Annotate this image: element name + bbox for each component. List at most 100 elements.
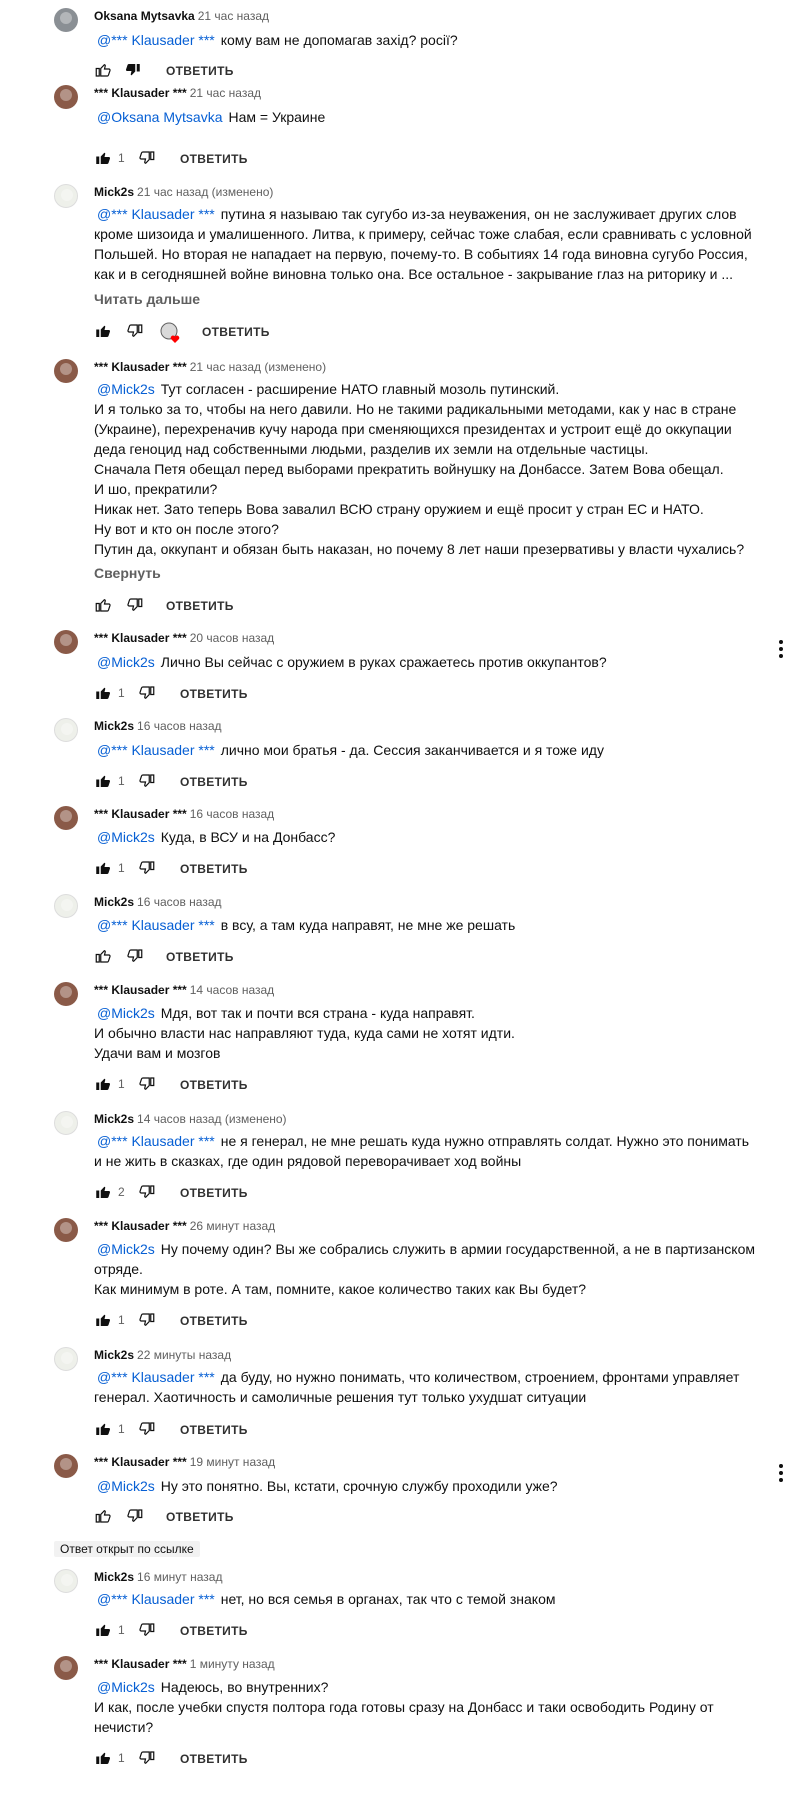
more-options-icon[interactable]	[778, 639, 784, 659]
mention-link[interactable]: @*** Klausader ***	[97, 1591, 215, 1607]
show-less-link[interactable]: Свернуть	[94, 563, 161, 583]
comment-time[interactable]: 21 час назад (изменено)	[190, 360, 326, 374]
reply-button[interactable]: ОТВЕТИТЬ	[180, 1423, 248, 1437]
more-options-icon[interactable]	[778, 1463, 784, 1483]
reply-button[interactable]: ОТВЕТИТЬ	[202, 325, 270, 339]
user-avatar[interactable]	[54, 8, 78, 32]
thumbs-up-filled-icon[interactable]	[94, 859, 112, 877]
reply-button[interactable]: ОТВЕТИТЬ	[180, 152, 248, 166]
reply-button[interactable]: ОТВЕТИТЬ	[180, 1186, 248, 1200]
mention-link[interactable]: @Mick2s	[97, 1241, 155, 1257]
comment-author[interactable]: *** Klausader ***	[94, 1455, 187, 1469]
comment-time[interactable]: 1 минуту назад	[190, 1657, 275, 1671]
comment-time[interactable]: 22 минуты назад	[137, 1348, 231, 1362]
mention-link[interactable]: @Mick2s	[97, 1478, 155, 1494]
thumbs-up-filled-icon[interactable]	[94, 1621, 112, 1639]
thumbs-down-icon[interactable]	[126, 596, 144, 614]
user-avatar[interactable]	[54, 359, 78, 383]
comment-author[interactable]: *** Klausader ***	[94, 807, 187, 821]
mention-link[interactable]: @Mick2s	[97, 381, 155, 397]
user-avatar[interactable]	[54, 718, 78, 742]
comment-author[interactable]: Mick2s	[94, 185, 134, 199]
comment-author[interactable]: Mick2s	[94, 895, 134, 909]
thumbs-down-icon[interactable]	[138, 772, 156, 790]
thumbs-up-filled-icon[interactable]	[94, 1075, 112, 1093]
comment-time[interactable]: 14 часов назад (изменено)	[137, 1112, 287, 1126]
user-avatar[interactable]	[54, 630, 78, 654]
user-avatar[interactable]	[54, 1347, 78, 1371]
thumbs-up-filled-icon[interactable]	[94, 1749, 112, 1767]
thumbs-up-icon[interactable]	[94, 947, 112, 965]
comment-time[interactable]: 16 часов назад	[190, 807, 274, 821]
comment-author[interactable]: Mick2s	[94, 719, 134, 733]
thumbs-down-filled-icon[interactable]	[124, 61, 142, 79]
mention-link[interactable]: @Mick2s	[97, 1005, 155, 1021]
thumbs-down-icon[interactable]	[138, 149, 156, 167]
reply-button[interactable]: ОТВЕТИТЬ	[180, 862, 248, 876]
user-avatar[interactable]	[54, 184, 78, 208]
thumbs-down-icon[interactable]	[138, 1621, 156, 1639]
mention-link[interactable]: @*** Klausader ***	[97, 1369, 215, 1385]
comment-time[interactable]: 26 минут назад	[190, 1219, 275, 1233]
comment-time[interactable]: 16 часов назад	[137, 719, 221, 733]
comment-author[interactable]: Mick2s	[94, 1112, 134, 1126]
reply-button[interactable]: ОТВЕТИТЬ	[180, 775, 248, 789]
mention-link[interactable]: @*** Klausader ***	[97, 742, 215, 758]
reply-button[interactable]: ОТВЕТИТЬ	[180, 1078, 248, 1092]
thumbs-up-icon[interactable]	[94, 1507, 112, 1525]
thumbs-up-icon[interactable]	[94, 596, 112, 614]
user-avatar[interactable]	[54, 1656, 78, 1680]
comment-author[interactable]: *** Klausader ***	[94, 983, 187, 997]
comment-author[interactable]: Mick2s	[94, 1348, 134, 1362]
comment-time[interactable]: 21 час назад	[198, 9, 269, 23]
user-avatar[interactable]	[54, 1569, 78, 1593]
thumbs-up-filled-icon[interactable]	[94, 322, 112, 340]
thumbs-up-filled-icon[interactable]	[94, 684, 112, 702]
thumbs-up-filled-icon[interactable]	[94, 1420, 112, 1438]
comment-time[interactable]: 19 минут назад	[190, 1455, 275, 1469]
mention-link[interactable]: @*** Klausader ***	[97, 32, 215, 48]
comment-time[interactable]: 16 минут назад	[137, 1570, 222, 1584]
comment-author[interactable]: *** Klausader ***	[94, 1219, 187, 1233]
thumbs-down-icon[interactable]	[138, 1420, 156, 1438]
mention-link[interactable]: @*** Klausader ***	[97, 1133, 215, 1149]
thumbs-down-icon[interactable]	[138, 859, 156, 877]
reply-button[interactable]: ОТВЕТИТЬ	[180, 1624, 248, 1638]
thumbs-up-filled-icon[interactable]	[94, 149, 112, 167]
reply-button[interactable]: ОТВЕТИТЬ	[166, 599, 234, 613]
mention-link[interactable]: @*** Klausader ***	[97, 917, 215, 933]
thumbs-up-filled-icon[interactable]	[94, 1183, 112, 1201]
comment-time[interactable]: 14 часов назад	[190, 983, 274, 997]
reply-button[interactable]: ОТВЕТИТЬ	[180, 687, 248, 701]
reply-button[interactable]: ОТВЕТИТЬ	[166, 950, 234, 964]
comment-time[interactable]: 20 часов назад	[190, 631, 274, 645]
comment-time[interactable]: 21 час назад (изменено)	[137, 185, 273, 199]
comment-author[interactable]: *** Klausader ***	[94, 86, 187, 100]
mention-link[interactable]: @Oksana Mytsavka	[97, 109, 222, 125]
reply-button[interactable]: ОТВЕТИТЬ	[180, 1314, 248, 1328]
thumbs-down-icon[interactable]	[126, 1507, 144, 1525]
user-avatar[interactable]	[54, 806, 78, 830]
comment-author[interactable]: *** Klausader ***	[94, 360, 187, 374]
thumbs-up-filled-icon[interactable]	[94, 1311, 112, 1329]
mention-link[interactable]: @Mick2s	[97, 829, 155, 845]
mention-link[interactable]: @Mick2s	[97, 1679, 155, 1695]
thumbs-down-icon[interactable]	[138, 1311, 156, 1329]
read-more-link[interactable]: Читать дальше	[94, 289, 200, 309]
mention-link[interactable]: @Mick2s	[97, 654, 155, 670]
user-avatar[interactable]	[54, 982, 78, 1006]
user-avatar[interactable]	[54, 1454, 78, 1478]
comment-author[interactable]: Oksana Mytsavka	[94, 9, 195, 23]
mention-link[interactable]: @*** Klausader ***	[97, 206, 215, 222]
user-avatar[interactable]	[54, 1111, 78, 1135]
thumbs-down-icon[interactable]	[138, 1183, 156, 1201]
user-avatar[interactable]	[54, 85, 78, 109]
thumbs-down-icon[interactable]	[126, 947, 144, 965]
user-avatar[interactable]	[54, 1218, 78, 1242]
comment-time[interactable]: 21 час назад	[190, 86, 261, 100]
reply-button[interactable]: ОТВЕТИТЬ	[180, 1752, 248, 1766]
thumbs-down-icon[interactable]	[138, 684, 156, 702]
thumbs-up-filled-icon[interactable]	[94, 772, 112, 790]
user-avatar[interactable]	[54, 894, 78, 918]
reply-button[interactable]: ОТВЕТИТЬ	[166, 64, 234, 78]
